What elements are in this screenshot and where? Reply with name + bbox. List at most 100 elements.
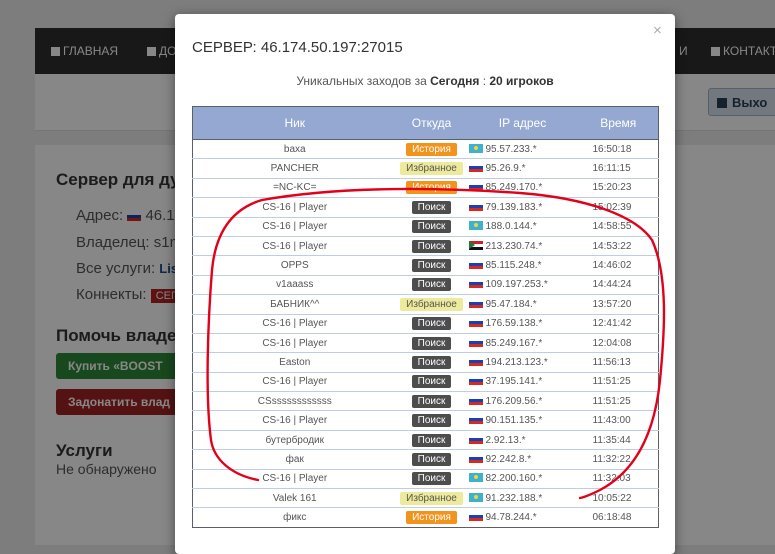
cell-time: 14:58:55: [578, 216, 659, 237]
table-row: CS-16 | Player Поиск 85.249.167.* 12:04:08: [192, 332, 659, 353]
cell-ip: 109.197.253.*: [466, 274, 579, 295]
cell-ip: 2.92.13.*: [466, 429, 579, 450]
cell-nick: Valek 161: [192, 488, 397, 508]
period-label: Сегодня: [430, 74, 480, 88]
cell-time: 11:51:25: [578, 371, 659, 392]
cell-time: 14:44:24: [578, 274, 659, 295]
cell-ip: 95.26.9.*: [466, 158, 579, 179]
source-badge: Поиск: [411, 336, 452, 350]
cell-source: Поиск: [396, 391, 467, 411]
cell-nick: CS-16 | Player: [192, 235, 397, 256]
cell-time: 14:53:22: [578, 235, 659, 256]
close-icon[interactable]: ×: [653, 23, 662, 38]
table-row: фикс История 94.78.244.* 06:18:48: [192, 507, 659, 528]
table-row: OPPS Поиск 85.115.248.* 14:46:02: [192, 255, 659, 276]
cell-time: 12:04:08: [578, 332, 659, 353]
cell-nick: CS-16 | Player: [192, 468, 397, 489]
col-nick: Ник: [192, 106, 397, 140]
cell-time: 11:32:22: [578, 449, 659, 470]
source-badge: История: [406, 142, 457, 156]
cell-time: 11:43:00: [578, 410, 659, 431]
cell-time: 11:32:03: [578, 468, 659, 489]
cell-time: 11:51:25: [578, 391, 659, 411]
cell-ip: 85.249.167.*: [466, 332, 579, 353]
table-row: CS-16 | Player Поиск 90.151.135.* 11:43:00: [192, 410, 659, 431]
cell-ip: 194.213.123.*: [466, 352, 579, 373]
source-badge: Поиск: [411, 278, 452, 292]
source-badge: Поиск: [411, 472, 452, 486]
cell-source: Избранное: [396, 158, 467, 179]
col-time: Время: [578, 106, 659, 140]
modal-subtitle: Уникальных заходов за Сегодня : 20 игрок…: [296, 74, 554, 88]
cell-ip: 90.151.135.*: [466, 410, 579, 431]
source-badge: Поиск: [411, 355, 452, 369]
flag-ru-icon: [468, 434, 483, 444]
modal-title: СЕРВЕР: 46.174.50.197:27015: [192, 39, 403, 56]
flag-ru-icon: [468, 298, 483, 308]
cell-ip: 94.78.244.*: [466, 507, 579, 528]
cell-nick: =NC-KC=: [192, 177, 397, 198]
cell-nick: OPPS: [192, 255, 397, 276]
flag-kz-icon: [468, 143, 483, 153]
flag-ru-icon: [468, 318, 483, 328]
cell-source: Поиск: [396, 371, 467, 392]
cell-time: 10:05:22: [578, 488, 659, 508]
cell-ip: 82.200.160.*: [466, 468, 579, 489]
flag-ru-icon: [468, 376, 483, 386]
cell-nick: фак: [192, 449, 397, 470]
cell-time: 11:35:44: [578, 429, 659, 450]
cell-time: 15:02:39: [578, 197, 659, 218]
flag-ru-icon: [468, 415, 483, 425]
cell-source: Избранное: [396, 488, 467, 508]
flag-kz-icon: [468, 221, 483, 231]
cell-ip: 85.115.248.*: [466, 255, 579, 276]
cell-ip: 176.59.138.*: [466, 313, 579, 334]
table-row: PANCHER Избранное 95.26.9.* 16:11:15: [192, 158, 659, 179]
cell-ip: 37.195.141.*: [466, 371, 579, 392]
cell-source: Поиск: [396, 255, 467, 276]
table-row: Easton Поиск 194.213.123.* 11:56:13: [192, 352, 659, 373]
source-badge: История: [406, 511, 457, 525]
cell-nick: CS-16 | Player: [192, 371, 397, 392]
table-row: v1aaass Поиск 109.197.253.* 14:44:24: [192, 274, 659, 295]
cell-source: Поиск: [396, 410, 467, 431]
cell-source: Поиск: [396, 429, 467, 450]
cell-ip: 91.232.188.*: [466, 488, 579, 508]
flag-ru-icon: [468, 163, 483, 173]
flag-ru-icon: [468, 453, 483, 463]
cell-nick: CS-16 | Player: [192, 313, 397, 334]
cell-nick: CS-16 | Player: [192, 197, 397, 218]
source-badge: Поиск: [411, 200, 452, 214]
flag-ru-icon: [468, 260, 483, 270]
cell-time: 14:46:02: [578, 255, 659, 276]
cell-ip: 92.242.8.*: [466, 449, 579, 470]
flag-ru-icon: [468, 337, 483, 347]
table-row: фак Поиск 92.242.8.* 11:32:22: [192, 449, 659, 470]
flag-ru-icon: [468, 395, 483, 405]
flag-ru-icon: [468, 201, 483, 211]
cell-ip: 188.0.144.*: [466, 216, 579, 237]
cell-source: Поиск: [396, 468, 467, 489]
server-visits-modal: СЕРВЕР: 46.174.50.197:27015 × Уникальных…: [175, 14, 675, 554]
table-row: baxa История 95.57.233.* 16:50:18: [192, 138, 659, 159]
cell-time: 12:41:42: [578, 313, 659, 334]
source-badge: Поиск: [411, 259, 452, 273]
table-row: =NC-KC= История 85.249.170.* 15:20:23: [192, 177, 659, 198]
cell-time: 06:18:48: [578, 507, 659, 528]
cell-time: 11:56:13: [578, 352, 659, 373]
cell-source: Поиск: [396, 449, 467, 470]
source-badge: Поиск: [411, 239, 452, 253]
table-row: БАБНИК^^ Избранное 95.47.184.* 13:57:20: [192, 294, 659, 315]
cell-nick: v1aaass: [192, 274, 397, 295]
cell-ip: 176.209.56.*: [466, 391, 579, 411]
cell-nick: PANCHER: [192, 158, 397, 179]
col-source: Откуда: [396, 106, 467, 140]
cell-time: 13:57:20: [578, 294, 659, 315]
cell-source: Поиск: [396, 235, 467, 256]
table-row: CS-16 | Player Поиск 188.0.144.* 14:58:55: [192, 216, 659, 237]
source-badge: История: [406, 181, 457, 195]
source-badge: Избранное: [400, 297, 463, 311]
source-badge: Поиск: [411, 375, 452, 389]
cell-ip: 95.47.184.*: [466, 294, 579, 315]
source-badge: Избранное: [400, 162, 463, 176]
